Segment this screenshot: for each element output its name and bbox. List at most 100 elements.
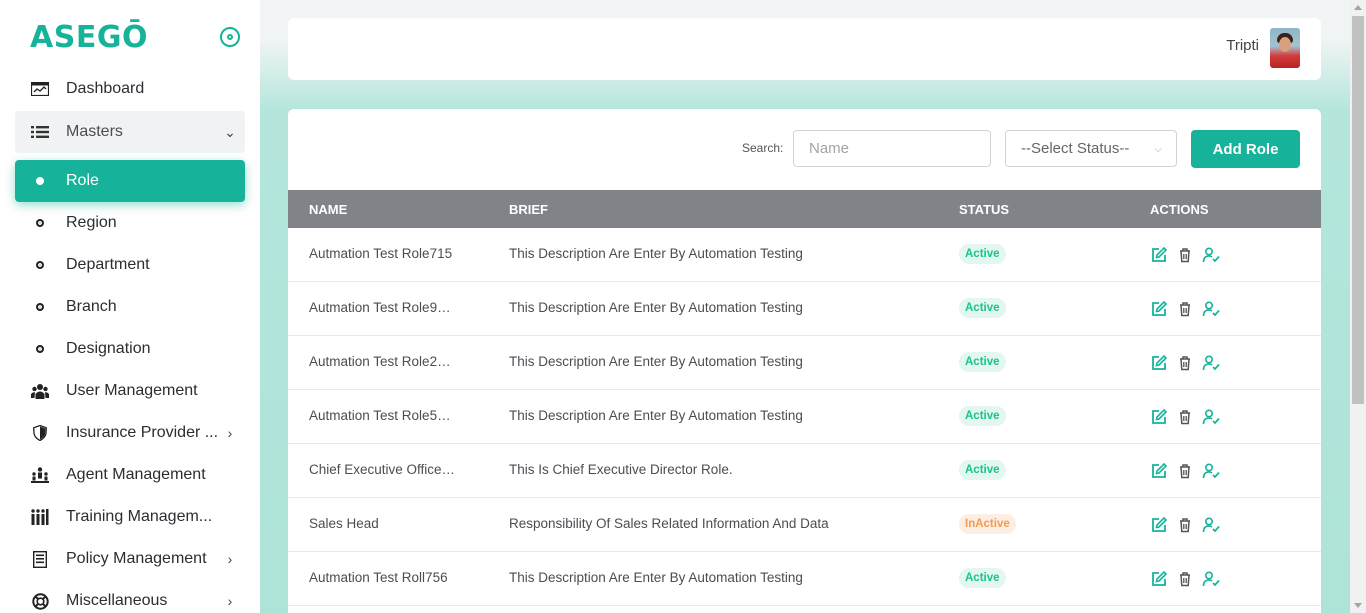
sidebar-item-label: Role <box>66 172 99 189</box>
table-row: Chief Executive Office… This Is Chief Exe… <box>288 444 1321 498</box>
document-icon <box>29 550 51 568</box>
scrollbar-thumb[interactable] <box>1352 16 1364 404</box>
role-brief: This Description Are Enter By Automation… <box>509 570 803 585</box>
sidebar-item-label: Region <box>66 214 117 231</box>
sidebar-item-agent-management[interactable]: Agent Management <box>15 454 245 496</box>
page-scrollbar[interactable] <box>1350 0 1366 613</box>
assign-user-icon[interactable] <box>1202 408 1220 426</box>
table-row: Autmation Test Role2… This Description Ar… <box>288 336 1321 390</box>
users-icon <box>29 383 51 399</box>
sidebar-toggle-icon[interactable] <box>220 27 240 47</box>
assign-user-icon[interactable] <box>1202 516 1220 534</box>
chevron-right-icon: › <box>227 593 233 609</box>
row-actions <box>1150 570 1220 588</box>
sidebar: ASEGŌ Dashboard Masters ⌄ Role Region De… <box>0 0 260 613</box>
scroll-down-arrow[interactable] <box>1354 603 1362 608</box>
bullet-icon <box>29 345 51 353</box>
scroll-up-arrow[interactable] <box>1354 5 1362 10</box>
edit-icon[interactable] <box>1150 408 1168 426</box>
edit-icon[interactable] <box>1150 516 1168 534</box>
bullet-icon <box>29 261 51 269</box>
delete-icon[interactable] <box>1176 246 1194 264</box>
edit-icon[interactable] <box>1150 354 1168 372</box>
status-badge: Active <box>959 460 1006 480</box>
status-badge: Active <box>959 352 1006 372</box>
sidebar-item-branch[interactable]: Branch <box>15 286 245 328</box>
role-brief: This Is Chief Executive Director Role. <box>509 462 733 477</box>
bullet-icon <box>29 219 51 227</box>
delete-icon[interactable] <box>1176 300 1194 318</box>
edit-icon[interactable] <box>1150 570 1168 588</box>
column-header-name[interactable]: NAME <box>309 202 347 217</box>
edit-icon[interactable] <box>1150 246 1168 264</box>
top-bar: Tripti <box>288 18 1321 80</box>
row-actions <box>1150 246 1220 264</box>
sidebar-item-training-management[interactable]: Training Managem... <box>15 496 245 538</box>
status-badge: Active <box>959 568 1006 588</box>
status-select[interactable]: --Select Status-- ⌵ <box>1005 130 1177 167</box>
delete-icon[interactable] <box>1176 408 1194 426</box>
assign-user-icon[interactable] <box>1202 246 1220 264</box>
sidebar-item-region[interactable]: Region <box>15 202 245 244</box>
sidebar-item-policy-management[interactable]: Policy Management › <box>15 538 245 580</box>
status-badge: InActive <box>959 514 1016 534</box>
sidebar-item-miscellaneous[interactable]: Miscellaneous › <box>15 580 245 613</box>
delete-icon[interactable] <box>1176 516 1194 534</box>
assign-user-icon[interactable] <box>1202 462 1220 480</box>
assign-user-icon[interactable] <box>1202 354 1220 372</box>
delete-icon[interactable] <box>1176 462 1194 480</box>
column-header-actions: ACTIONS <box>1150 202 1209 217</box>
row-actions <box>1150 300 1220 318</box>
column-header-status[interactable]: STATUS <box>959 202 1009 217</box>
status-badge: Active <box>959 244 1006 264</box>
table-row: Autmation Test Role715 This Description A… <box>288 228 1321 282</box>
sidebar-item-designation[interactable]: Designation <box>15 328 245 370</box>
role-name: Autmation Test Role2… <box>309 354 451 369</box>
avatar[interactable] <box>1270 28 1300 68</box>
assign-user-icon[interactable] <box>1202 570 1220 588</box>
bullet-icon <box>29 177 51 185</box>
chevron-down-icon: ⌵ <box>1154 144 1162 155</box>
sidebar-item-label: Designation <box>66 340 151 357</box>
delete-icon[interactable] <box>1176 354 1194 372</box>
sidebar-item-label: Dashboard <box>66 80 145 97</box>
role-name: Autmation Test Role715 <box>309 246 453 261</box>
sidebar-item-role[interactable]: Role <box>15 160 245 202</box>
sidebar-item-label: Insurance Provider ... <box>66 424 219 441</box>
sidebar-item-insurance-provider[interactable]: Insurance Provider ... › <box>15 412 245 454</box>
sidebar-item-dashboard[interactable]: Dashboard <box>15 68 245 110</box>
search-label: Search: <box>742 141 784 155</box>
sidebar-item-label: Department <box>66 256 150 273</box>
assign-user-icon[interactable] <box>1202 300 1220 318</box>
chevron-right-icon: › <box>227 551 233 567</box>
role-brief: This Description Are Enter By Automation… <box>509 408 803 423</box>
username[interactable]: Tripti <box>1226 37 1259 54</box>
column-header-brief[interactable]: BRIEF <box>509 202 548 217</box>
table-row: Autmation Test Roll756 This Description A… <box>288 552 1321 606</box>
sidebar-item-user-management[interactable]: User Management <box>15 370 245 412</box>
sidebar-item-label: Masters <box>66 123 123 140</box>
sidebar-item-label: Policy Management <box>66 550 207 567</box>
table-row: Sales Head Responsibility Of Sales Relate… <box>288 498 1321 552</box>
add-role-button[interactable]: Add Role <box>1191 130 1300 168</box>
dashboard-icon <box>29 82 51 96</box>
role-name: Chief Executive Office… <box>309 462 456 477</box>
chevron-down-icon: ⌄ <box>224 123 236 140</box>
edit-icon[interactable] <box>1150 462 1168 480</box>
edit-icon[interactable] <box>1150 300 1168 318</box>
status-badge: Active <box>959 406 1006 426</box>
table-header: NAME BRIEF STATUS ACTIONS <box>288 190 1321 228</box>
sidebar-item-label: Branch <box>66 298 117 315</box>
sidebar-item-label: User Management <box>66 382 198 399</box>
delete-icon[interactable] <box>1176 570 1194 588</box>
table-row: Autmation Test Role9… This Description Ar… <box>288 282 1321 336</box>
training-icon <box>29 509 51 525</box>
sidebar-item-masters[interactable]: Masters ⌄ <box>15 111 245 153</box>
role-brief: This Description Are Enter By Automation… <box>509 246 803 261</box>
search-input[interactable] <box>793 130 991 167</box>
sidebar-item-label: Miscellaneous <box>66 592 168 609</box>
table-row: Autmation Test Role5… This Description Ar… <box>288 390 1321 444</box>
sidebar-item-department[interactable]: Department <box>15 244 245 286</box>
lifebuoy-icon <box>29 592 51 610</box>
agents-icon <box>29 467 51 483</box>
